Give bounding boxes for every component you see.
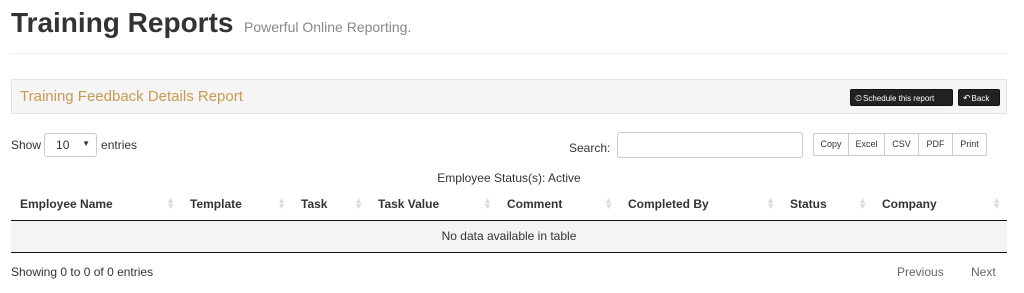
search-label: Search:	[569, 141, 611, 155]
schedule-report-label: Schedule this report	[863, 94, 935, 103]
report-table: Employee Name ▲ ▼ Template ▲ ▼ Task ▲ ▼ Task V…	[11, 188, 1007, 253]
column-header-task[interactable]: Task ▲ ▼	[292, 188, 369, 221]
page-header: Training Reports Powerful Online Reporti…	[11, 6, 1007, 54]
page-length-control: Show 10 ▼ entries	[11, 133, 137, 157]
table-header-row: Employee Name ▲ ▼ Template ▲ ▼ Task ▲ ▼ Task V…	[11, 188, 1007, 221]
export-button-group: Copy Excel CSV PDF Print	[813, 133, 987, 156]
page-title: Training Reports	[11, 7, 234, 38]
sort-icon: ▲ ▼	[992, 195, 1001, 211]
empty-table-message: No data available in table	[11, 220, 1007, 253]
reply-icon: ↶	[963, 93, 971, 103]
csv-button[interactable]: CSV	[884, 133, 919, 156]
report-panel-heading: Training Feedback Details Report ⏲Schedu…	[11, 79, 1007, 114]
sort-icon: ▲ ▼	[166, 195, 175, 211]
sort-icon: ▲ ▼	[277, 195, 286, 211]
show-label: Show	[11, 138, 42, 152]
table-caption: Employee Status(s): Active	[437, 171, 581, 185]
column-header-completed-by[interactable]: Completed By ▲ ▼	[619, 188, 781, 221]
entries-label: entries	[101, 138, 138, 152]
clock-icon: ⏲	[855, 93, 863, 103]
sort-icon: ▲ ▼	[483, 195, 492, 211]
column-header-task-value[interactable]: Task Value ▲ ▼	[369, 188, 498, 221]
column-header-template[interactable]: Template ▲ ▼	[181, 188, 292, 221]
search-input[interactable]	[617, 132, 803, 158]
sort-icon: ▲ ▼	[858, 195, 867, 211]
caret-down-icon: ▼	[82, 139, 91, 148]
entries-per-page-value: 10	[56, 138, 70, 152]
column-header-company[interactable]: Company ▲ ▼	[873, 188, 1007, 221]
print-button[interactable]: Print	[952, 133, 987, 156]
column-header-employee-name[interactable]: Employee Name ▲ ▼	[11, 188, 181, 221]
next-page-button[interactable]: Next	[971, 265, 996, 279]
table-row: No data available in table	[11, 220, 1007, 253]
sort-icon: ▲ ▼	[604, 195, 613, 211]
previous-page-button[interactable]: Previous	[897, 265, 944, 279]
pdf-button[interactable]: PDF	[918, 133, 953, 156]
report-title: Training Feedback Details Report	[20, 88, 243, 105]
column-header-comment[interactable]: Comment ▲ ▼	[498, 188, 619, 221]
sort-icon: ▲ ▼	[766, 195, 775, 211]
sort-icon: ▲ ▼	[354, 195, 363, 211]
back-button[interactable]: ↶Back	[958, 89, 1000, 106]
schedule-report-button[interactable]: ⏲Schedule this report	[850, 89, 953, 106]
excel-button[interactable]: Excel	[848, 133, 885, 156]
table-info: Showing 0 to 0 of 0 entries	[11, 265, 154, 279]
page-subtitle: Powerful Online Reporting.	[244, 19, 412, 35]
back-label: Back	[971, 94, 990, 103]
column-header-status[interactable]: Status ▲ ▼	[781, 188, 873, 221]
copy-button[interactable]: Copy	[813, 133, 849, 156]
entries-per-page-select[interactable]: 10 ▼	[44, 133, 98, 157]
